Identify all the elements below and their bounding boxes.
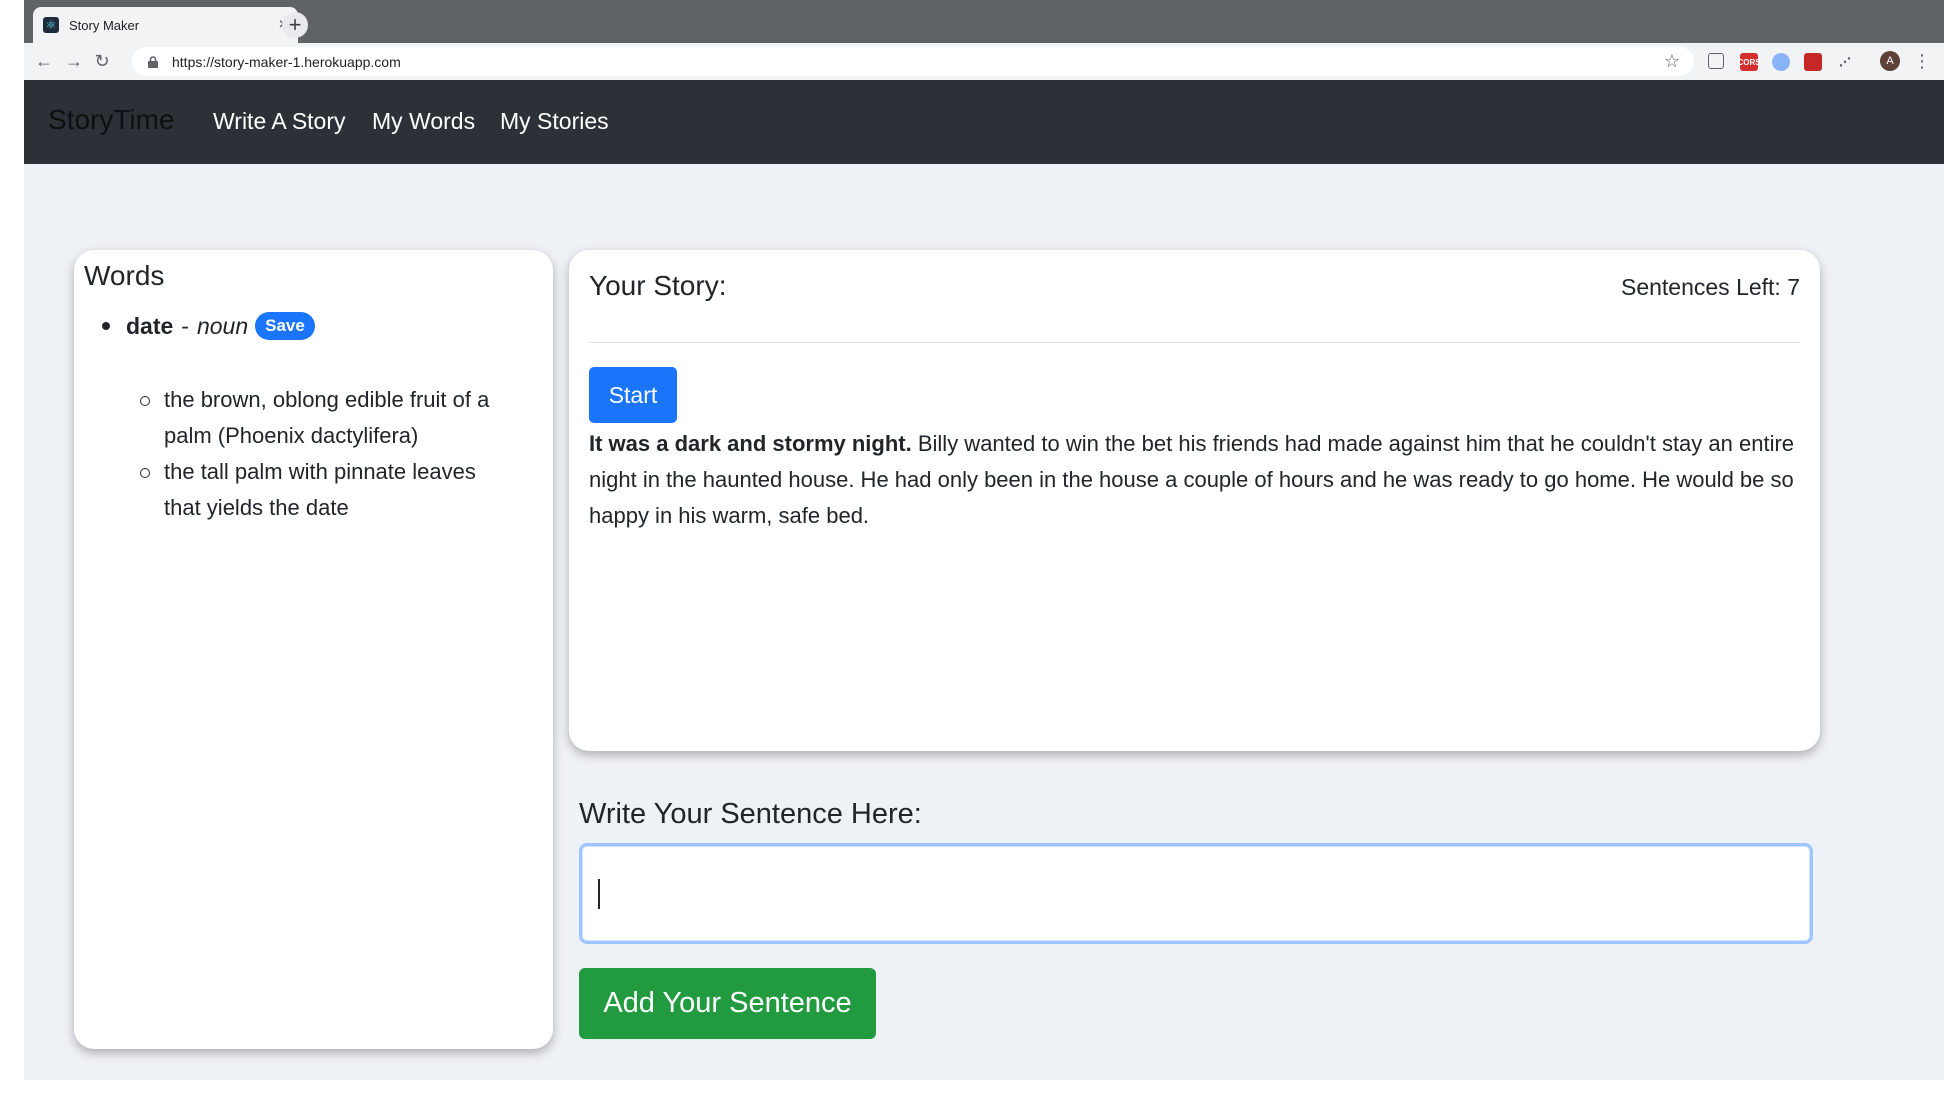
definition-item: the brown, oblong edible fruit of a palm… bbox=[140, 382, 510, 454]
spinner-extension-icon[interactable]: ⋰ bbox=[1836, 53, 1854, 71]
forward-arrow-icon[interactable]: → bbox=[62, 49, 86, 73]
divider bbox=[589, 342, 1800, 343]
nav-link-write-a-story[interactable]: Write A Story bbox=[213, 108, 346, 135]
browser-window: ⚛ Story Maker × + ← → ↻ https://story-ma… bbox=[24, 0, 1944, 81]
story-panel: Your Story: Sentences Left: 7 Start It w… bbox=[569, 250, 1820, 751]
reload-icon[interactable]: ↻ bbox=[90, 49, 114, 73]
words-title: Words bbox=[84, 260, 165, 291]
browser-tab[interactable]: ⚛ Story Maker × bbox=[33, 7, 298, 43]
url-text: https://story-maker-1.herokuapp.com bbox=[172, 53, 401, 70]
definition-list: the brown, oblong edible fruit of a palm… bbox=[140, 382, 510, 526]
browser-menu-icon[interactable]: ⋮ bbox=[1912, 49, 1932, 73]
definition-text: the brown, oblong edible fruit of a palm… bbox=[164, 387, 490, 448]
react-favicon-icon: ⚛ bbox=[43, 17, 59, 33]
puzzle-extension-icon[interactable] bbox=[1804, 53, 1822, 71]
word-term: date bbox=[126, 312, 174, 339]
story-opening: It was a dark and stormy night. bbox=[589, 431, 912, 456]
cors-extension-icon[interactable]: CORS bbox=[1737, 53, 1761, 71]
story-text: It was a dark and stormy night. Billy wa… bbox=[589, 426, 1799, 534]
app-body: Words date - noun Save the brown, oblong… bbox=[24, 164, 1944, 1080]
save-word-button[interactable]: Save bbox=[255, 312, 315, 340]
bookmark-star-icon[interactable]: ☆ bbox=[1664, 51, 1680, 72]
bullet-icon bbox=[102, 322, 110, 330]
start-button[interactable]: Start bbox=[589, 367, 677, 423]
browser-toolbar: ← → ↻ https://story-maker-1.herokuapp.co… bbox=[24, 43, 1944, 81]
new-tab-button[interactable]: + bbox=[282, 12, 308, 38]
words-panel: Words date - noun Save the brown, oblong… bbox=[74, 250, 553, 1049]
nav-link-my-stories[interactable]: My Stories bbox=[500, 108, 609, 135]
text-caret bbox=[598, 879, 600, 909]
lock-icon bbox=[148, 55, 162, 69]
extension-icon[interactable] bbox=[1772, 53, 1790, 71]
nav-link-my-words[interactable]: My Words bbox=[372, 108, 475, 135]
word-separator: - bbox=[181, 312, 189, 339]
pocket-extension-icon[interactable] bbox=[1708, 53, 1724, 69]
sentences-left-counter: Sentences Left: 7 bbox=[1620, 274, 1800, 300]
sentence-input-label: Write Your Sentence Here: bbox=[579, 798, 922, 830]
circle-bullet-icon bbox=[140, 396, 150, 406]
address-bar[interactable]: https://story-maker-1.herokuapp.com ☆ bbox=[132, 47, 1694, 76]
definition-item: the tall palm with pinnate leaves that y… bbox=[140, 454, 510, 526]
part-of-speech: noun bbox=[196, 312, 249, 339]
tab-strip: ⚛ Story Maker × + bbox=[24, 0, 1944, 43]
circle-bullet-icon bbox=[140, 468, 150, 478]
app-navbar: StoryTime Write A Story My Words My Stor… bbox=[24, 80, 1944, 164]
sentence-input[interactable] bbox=[579, 843, 1813, 944]
back-arrow-icon[interactable]: ← bbox=[32, 49, 56, 73]
add-sentence-button[interactable]: Add Your Sentence bbox=[579, 968, 876, 1039]
word-entry: date - noun Save bbox=[102, 312, 315, 340]
profile-avatar[interactable]: A bbox=[1880, 51, 1900, 71]
brand-logo[interactable]: StoryTime bbox=[48, 104, 175, 136]
tab-title: Story Maker bbox=[69, 17, 140, 33]
story-title: Your Story: bbox=[589, 270, 727, 301]
definition-text: the tall palm with pinnate leaves that y… bbox=[164, 459, 476, 520]
